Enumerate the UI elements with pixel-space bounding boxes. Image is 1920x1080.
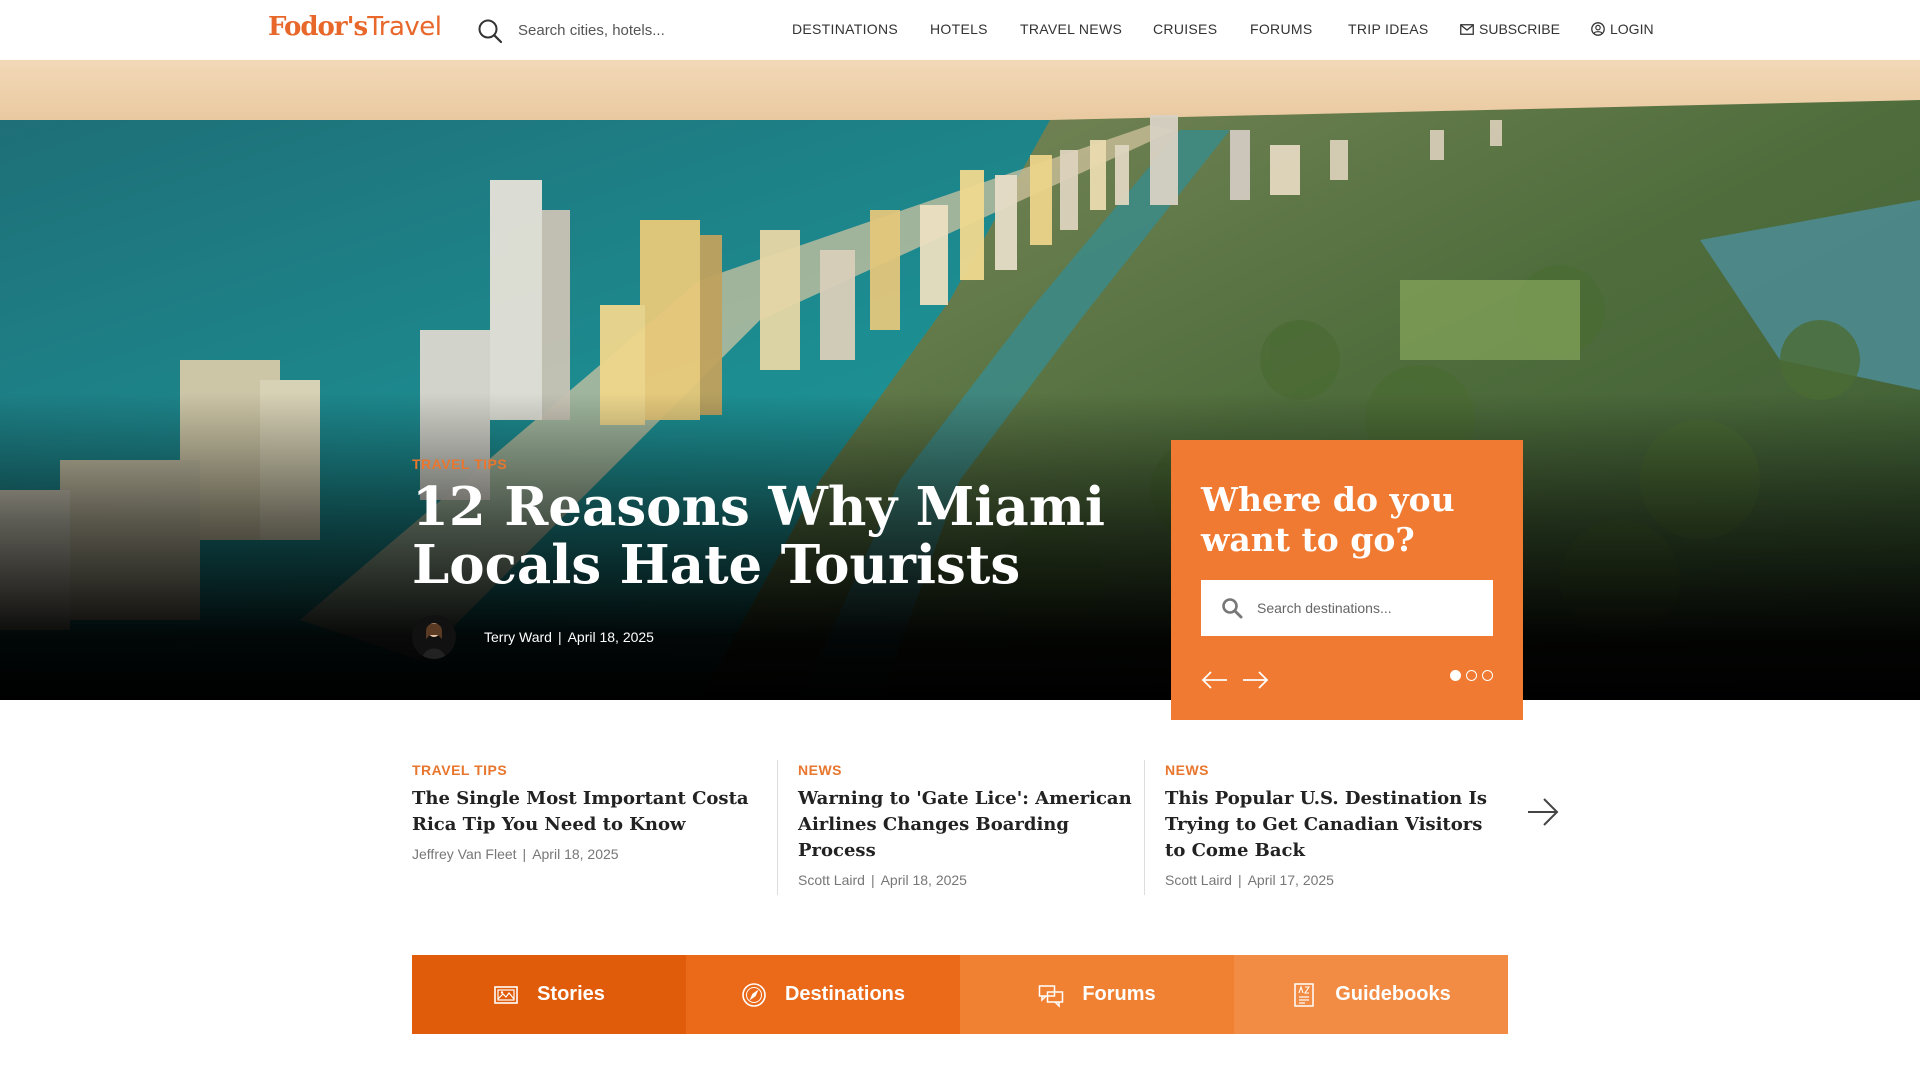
carousel-dot-3[interactable] <box>1482 670 1493 681</box>
logo-light-text: Travel <box>367 12 442 42</box>
nav-travel-news[interactable]: TRAVEL NEWS <box>1020 21 1122 37</box>
login-link[interactable]: LOGIN <box>1591 21 1654 37</box>
hero-gradient-overlay <box>0 60 1920 700</box>
destination-search-field[interactable] <box>1201 580 1493 636</box>
article-category[interactable]: TRAVEL TIPS <box>412 762 752 778</box>
tab-destinations[interactable]: Destinations <box>686 955 960 1034</box>
section-tabs: Stories Destinations Forums Guidebooks <box>412 955 1508 1034</box>
subscribe-link[interactable]: SUBSCRIBE <box>1460 21 1560 37</box>
compass-icon <box>742 982 766 1007</box>
hero-date: April 18, 2025 <box>567 629 654 645</box>
meta-separator: | <box>870 872 875 888</box>
next-arrow-icon[interactable] <box>1525 794 1561 830</box>
article-card[interactable]: NEWS This Popular U.S. Destination Is Tr… <box>1144 760 1504 895</box>
book-icon <box>1294 982 1314 1007</box>
carousel-dot-2[interactable] <box>1466 670 1477 681</box>
article-date: April 18, 2025 <box>532 846 619 862</box>
article-author[interactable]: Scott Laird <box>798 872 865 888</box>
carousel-dot-1[interactable] <box>1450 670 1461 681</box>
hero-banner[interactable]: TRAVEL TIPS 12 Reasons Why Miami Locals … <box>0 60 1920 700</box>
hero-category[interactable]: TRAVEL TIPS <box>412 456 507 472</box>
chat-bubbles-icon <box>1039 984 1064 1008</box>
featured-articles: TRAVEL TIPS The Single Most Important Co… <box>412 760 1562 895</box>
tab-label: Destinations <box>784 983 906 1005</box>
destination-search-title: Where do you want to go? <box>1201 480 1455 559</box>
meta-separator: | <box>522 846 527 862</box>
image-icon <box>494 985 518 1004</box>
author-avatar <box>412 615 456 659</box>
header-search-input[interactable] <box>518 16 718 44</box>
search-icon[interactable] <box>477 18 503 44</box>
nav-forums[interactable]: FORUMS <box>1250 21 1312 37</box>
carousel-dots <box>1450 670 1493 681</box>
site-header: Fodor's Travel DESTINATIONS HOTELS TRAVE… <box>0 0 1920 60</box>
tab-stories[interactable]: Stories <box>412 955 686 1034</box>
hero-author-name[interactable]: Terry Ward <box>484 629 552 645</box>
meta-separator: | <box>557 629 562 645</box>
arrow-right-icon[interactable] <box>1241 670 1269 690</box>
article-card[interactable]: TRAVEL TIPS The Single Most Important Co… <box>412 760 752 895</box>
article-title[interactable]: This Popular U.S. Destination Is Trying … <box>1165 786 1504 864</box>
tab-forums[interactable]: Forums <box>960 955 1234 1034</box>
article-date: April 18, 2025 <box>880 872 967 888</box>
logo-bold-text: Fodor's <box>268 12 368 42</box>
hero-byline: Terry Ward | April 18, 2025 <box>412 615 654 659</box>
user-circle-icon <box>1591 22 1605 36</box>
article-card[interactable]: NEWS Warning to 'Gate Lice': American Ai… <box>777 760 1137 895</box>
envelope-icon <box>1460 23 1474 35</box>
article-title[interactable]: Warning to 'Gate Lice': American Airline… <box>798 786 1137 864</box>
article-author[interactable]: Jeffrey Van Fleet <box>412 846 517 862</box>
fodors-logo[interactable]: Fodor's Travel <box>268 12 442 48</box>
tab-guidebooks[interactable]: Guidebooks <box>1234 955 1508 1034</box>
nav-cruises[interactable]: CRUISES <box>1153 21 1217 37</box>
destination-search-input[interactable] <box>1257 600 1477 616</box>
article-category[interactable]: NEWS <box>1165 762 1504 778</box>
article-category[interactable]: NEWS <box>798 762 1137 778</box>
article-author[interactable]: Scott Laird <box>1165 872 1232 888</box>
article-title[interactable]: The Single Most Important Costa Rica Tip… <box>412 786 752 838</box>
nav-hotels[interactable]: HOTELS <box>930 21 988 37</box>
tab-label: Stories <box>537 983 605 1005</box>
subscribe-label: SUBSCRIBE <box>1479 21 1560 37</box>
search-icon <box>1222 598 1243 619</box>
login-label: LOGIN <box>1610 21 1654 37</box>
hero-title[interactable]: 12 Reasons Why Miami Locals Hate Tourist… <box>412 478 1152 594</box>
meta-separator: | <box>1237 872 1242 888</box>
nav-destinations[interactable]: DESTINATIONS <box>792 21 898 37</box>
destination-search-box: Where do you want to go? <box>1171 440 1523 720</box>
tab-label: Guidebooks <box>1335 983 1451 1005</box>
tab-label: Forums <box>1082 983 1156 1005</box>
article-date: April 17, 2025 <box>1247 872 1334 888</box>
nav-trip-ideas[interactable]: TRIP IDEAS <box>1348 21 1429 37</box>
arrow-left-icon[interactable] <box>1201 670 1229 690</box>
